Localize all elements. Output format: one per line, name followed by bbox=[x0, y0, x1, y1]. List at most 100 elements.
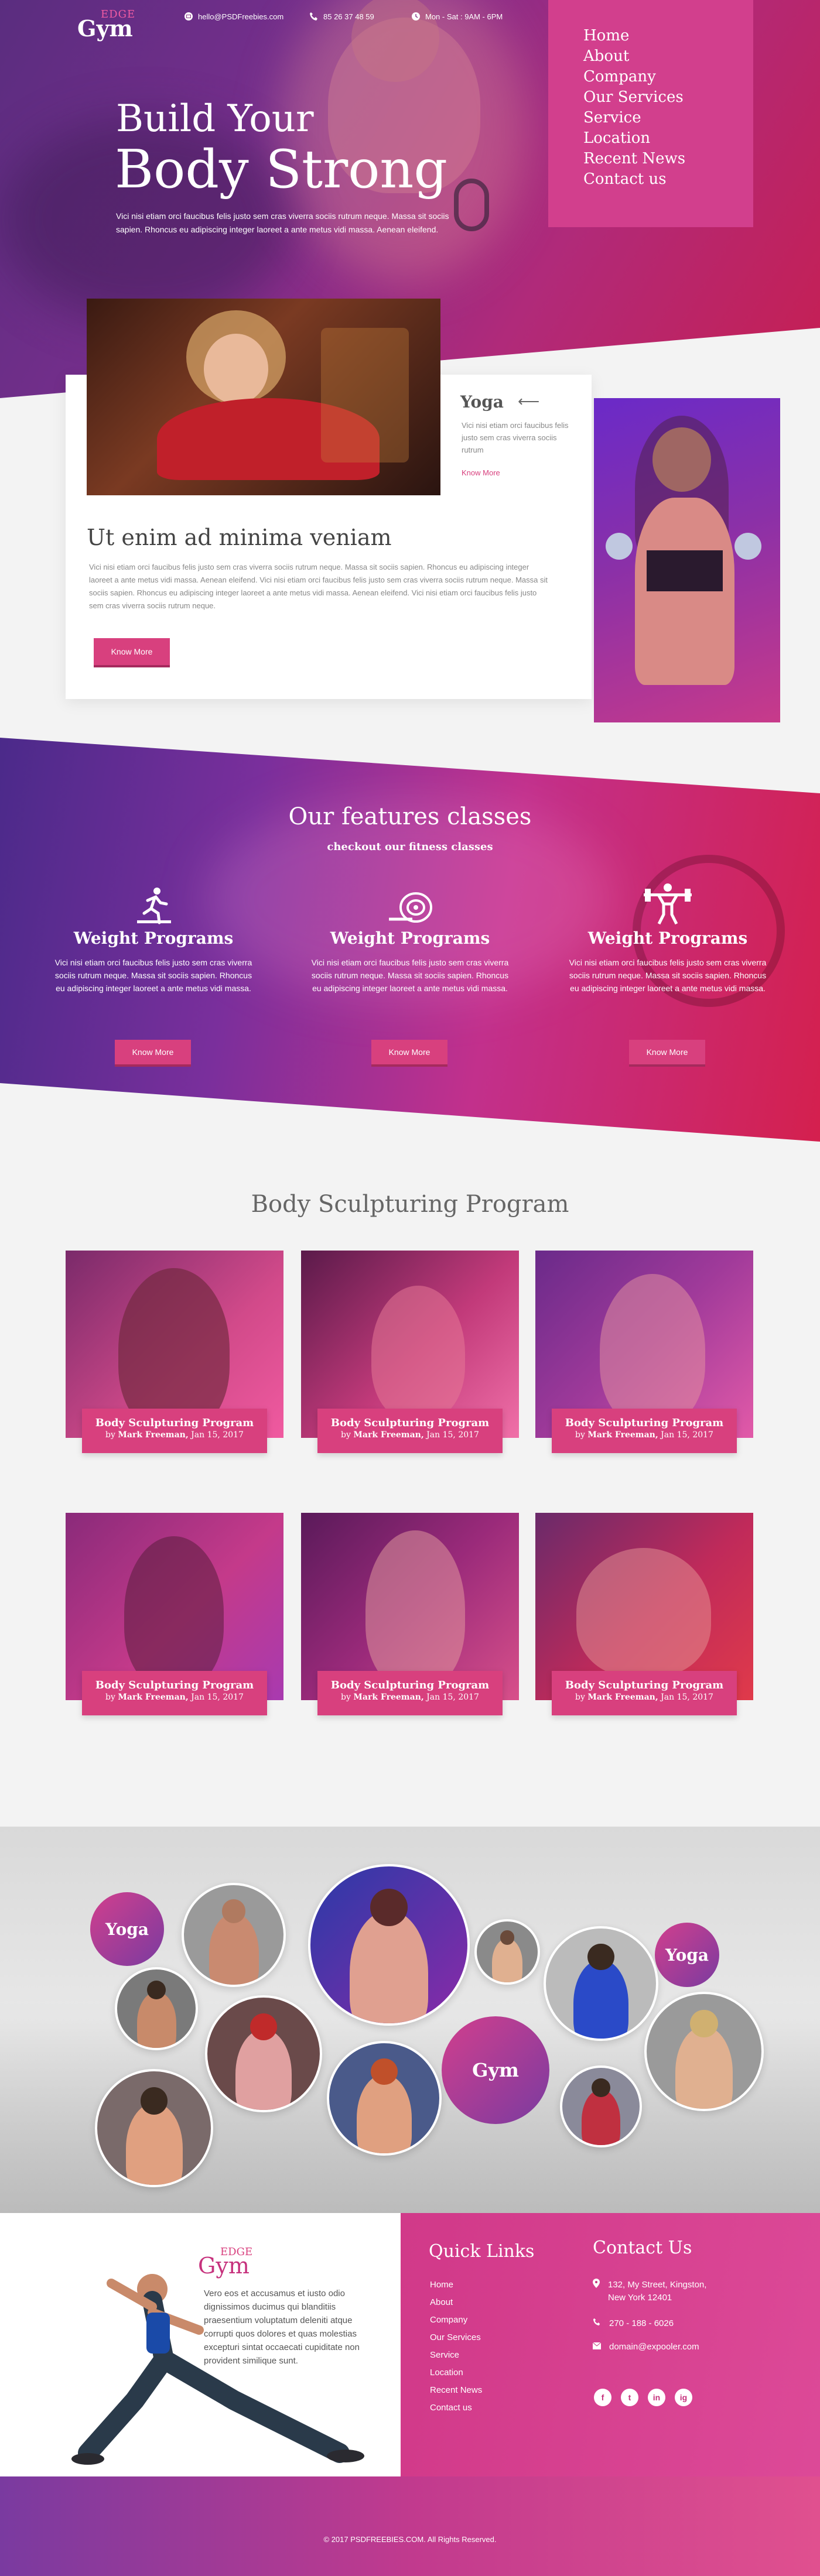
fitness-woman-photo bbox=[594, 398, 780, 722]
gallery-label-yoga-1[interactable]: Yoga bbox=[90, 1892, 164, 1966]
nav-item-home[interactable]: Home bbox=[583, 26, 685, 46]
feature-card-2: Weight Programs Vici nisi etiam orci fau… bbox=[310, 878, 510, 995]
sculpt-card-3-by: by bbox=[575, 1430, 585, 1440]
gallery-photo-8[interactable] bbox=[644, 1992, 764, 2111]
yoga-card-link[interactable]: Know More bbox=[462, 468, 500, 477]
gallery-photo-5[interactable] bbox=[115, 1967, 198, 2050]
quick-link-about[interactable]: About bbox=[430, 2294, 482, 2311]
yoga-photo-face bbox=[204, 334, 268, 404]
yoga-photo bbox=[87, 299, 440, 495]
intro-title: Ut enim ad minima veniam bbox=[87, 525, 392, 550]
sculpt-card-5[interactable]: Body Sculpturing Program by Mark Freeman… bbox=[301, 1513, 519, 1715]
sculpt-card-1-date: Jan 15, 2017 bbox=[191, 1430, 244, 1440]
feature-2-text: Vici nisi etiam orci faucibus felis just… bbox=[311, 958, 509, 993]
sculpt-photo-1-figure bbox=[118, 1268, 230, 1432]
gallery-label-gym[interactable]: Gym bbox=[442, 2016, 549, 2124]
sculpt-card-4[interactable]: Body Sculpturing Program by Mark Freeman… bbox=[66, 1513, 283, 1715]
nav-item-location[interactable]: Location bbox=[583, 128, 685, 149]
sculpt-card-4-by: by bbox=[105, 1693, 115, 1702]
sculpt-card-5-meta: by Mark Freeman, Jan 15, 2017 bbox=[317, 1693, 503, 1702]
location-pin-icon bbox=[593, 2279, 600, 2304]
sculpt-card-6-date: Jan 15, 2017 bbox=[661, 1693, 713, 1702]
nav-item-our-services[interactable]: Our Services bbox=[583, 87, 685, 108]
contact-phone[interactable]: 270 - 188 - 6026 bbox=[593, 2317, 757, 2330]
quick-link-location[interactable]: Location bbox=[430, 2364, 482, 2382]
sculpt-card-3[interactable]: Body Sculpturing Program by Mark Freeman… bbox=[535, 1251, 753, 1453]
quick-link-home[interactable]: Home bbox=[430, 2276, 482, 2294]
feature-card-1: Weight Programs Vici nisi etiam orci fau… bbox=[54, 878, 253, 995]
contact-info: 132, My Street, Kingston, New York 12401… bbox=[592, 2279, 757, 2364]
quick-link-contact-us[interactable]: Contact us bbox=[430, 2399, 482, 2417]
sculpt-card-6-label: Body Sculpturing Program by Mark Freeman… bbox=[552, 1671, 737, 1715]
contact-title: Contact Us bbox=[593, 2238, 692, 2258]
sculpt-card-3-meta: by Mark Freeman, Jan 15, 2017 bbox=[552, 1430, 737, 1440]
instagram-icon[interactable]: ig bbox=[675, 2389, 692, 2406]
gallery-photo-3[interactable] bbox=[474, 1919, 540, 1985]
quick-link-recent-news[interactable]: Recent News bbox=[430, 2382, 482, 2399]
sculpt-card-2-title: Body Sculpturing Program bbox=[330, 1417, 490, 1429]
linkedin-icon[interactable]: in bbox=[648, 2389, 665, 2406]
sculpt-card-4-meta: by Mark Freeman, Jan 15, 2017 bbox=[82, 1693, 267, 1702]
dumbbell-right bbox=[734, 533, 761, 560]
footer-logo-name: Gym bbox=[198, 2253, 250, 2279]
gallery-photo-9[interactable] bbox=[560, 2065, 642, 2147]
sculpt-card-4-title: Body Sculpturing Program bbox=[95, 1679, 254, 1691]
nav-item-company[interactable]: Company bbox=[583, 67, 685, 87]
gallery-photo-10[interactable] bbox=[95, 2069, 213, 2187]
footer-about-text: Vero eos et accusamus et iusto odio dign… bbox=[204, 2289, 360, 2366]
gallery-photo-4[interactable] bbox=[544, 1926, 658, 2041]
sculpt-card-1[interactable]: Body Sculpturing Program by Mark Freeman… bbox=[66, 1251, 283, 1453]
nav-item-contact-us[interactable]: Contact us bbox=[583, 169, 685, 190]
phone-icon bbox=[593, 2317, 601, 2330]
quick-link-our-services[interactable]: Our Services bbox=[430, 2329, 482, 2347]
sculpt-photo-4-figure bbox=[124, 1536, 224, 1688]
feature-card-3: Weight Programs Vici nisi etiam orci fau… bbox=[568, 878, 767, 995]
twitter-icon[interactable]: t bbox=[621, 2389, 638, 2406]
sculpt-card-3-date: Jan 15, 2017 bbox=[661, 1430, 713, 1440]
sculpt-photo-2-figure bbox=[371, 1286, 465, 1420]
nav-item-about[interactable]: About bbox=[583, 46, 685, 67]
gallery-label-yoga-2[interactable]: Yoga bbox=[655, 1923, 719, 1987]
quick-link-company[interactable]: Company bbox=[430, 2311, 482, 2329]
facebook-icon[interactable]: f bbox=[594, 2389, 611, 2406]
sculpt-card-3-label: Body Sculpturing Program by Mark Freeman… bbox=[552, 1409, 737, 1453]
fitness-woman-top bbox=[647, 550, 723, 591]
intro-text: Vici nisi etiam orci faucibus felis just… bbox=[89, 563, 548, 610]
arrow-left-icon[interactable]: ⟵ bbox=[518, 392, 539, 410]
sculpt-card-2-author: Mark Freeman, bbox=[353, 1430, 424, 1440]
gallery-photo-1[interactable] bbox=[182, 1883, 286, 1987]
sculpt-card-6[interactable]: Body Sculpturing Program by Mark Freeman… bbox=[535, 1513, 753, 1715]
topbar-phone[interactable]: 85 26 37 48 59 bbox=[309, 12, 374, 21]
contact-email-text: domain@expooler.com bbox=[609, 2342, 699, 2352]
topbar-phone-text: 85 26 37 48 59 bbox=[323, 12, 374, 21]
feature-2-title: Weight Programs bbox=[330, 929, 490, 948]
feature-1-text: Vici nisi etiam orci faucibus felis just… bbox=[54, 958, 252, 993]
nav-item-recent-news[interactable]: Recent News bbox=[583, 149, 685, 169]
gallery-photo-7[interactable] bbox=[327, 2041, 442, 2156]
feature-1-button[interactable]: Know More bbox=[115, 1040, 191, 1064]
mail-icon bbox=[592, 2341, 602, 2354]
gallery-photo-6[interactable] bbox=[205, 1995, 322, 2112]
sculpt-title: Body Sculpturing Program bbox=[251, 1191, 569, 1218]
running-icon bbox=[54, 878, 253, 925]
features-title: Our features classes bbox=[288, 803, 532, 830]
quick-links-list: Home About Company Our Services Service … bbox=[430, 2276, 482, 2417]
fitness-woman-body bbox=[635, 498, 734, 685]
gallery-photo-2[interactable] bbox=[308, 1864, 470, 2026]
contact-email[interactable]: domain@expooler.com bbox=[592, 2341, 757, 2354]
sculpt-card-6-title: Body Sculpturing Program bbox=[565, 1679, 724, 1691]
sculpt-card-2[interactable]: Body Sculpturing Program by Mark Freeman… bbox=[301, 1251, 519, 1453]
feature-3-text: Vici nisi etiam orci faucibus felis just… bbox=[569, 958, 767, 993]
sculpt-card-4-date: Jan 15, 2017 bbox=[191, 1693, 244, 1702]
sculpt-card-3-author: Mark Freeman, bbox=[587, 1430, 658, 1440]
nav-item-service[interactable]: Service bbox=[583, 108, 685, 128]
intro-know-more-button[interactable]: Know More bbox=[94, 638, 170, 665]
feature-3-button[interactable]: Know More bbox=[629, 1040, 705, 1064]
feature-2-button[interactable]: Know More bbox=[371, 1040, 447, 1064]
topbar-email[interactable]: hello@PSDFreebies.com bbox=[184, 12, 283, 21]
contact-address: 132, My Street, Kingston, New York 12401 bbox=[593, 2279, 757, 2304]
sculpt-card-4-label: Body Sculpturing Program by Mark Freeman… bbox=[82, 1671, 267, 1715]
sculpt-card-3-title: Body Sculpturing Program bbox=[565, 1417, 724, 1429]
features-subtitle: checkout our fitness classes bbox=[327, 841, 493, 853]
quick-link-service[interactable]: Service bbox=[430, 2347, 482, 2364]
